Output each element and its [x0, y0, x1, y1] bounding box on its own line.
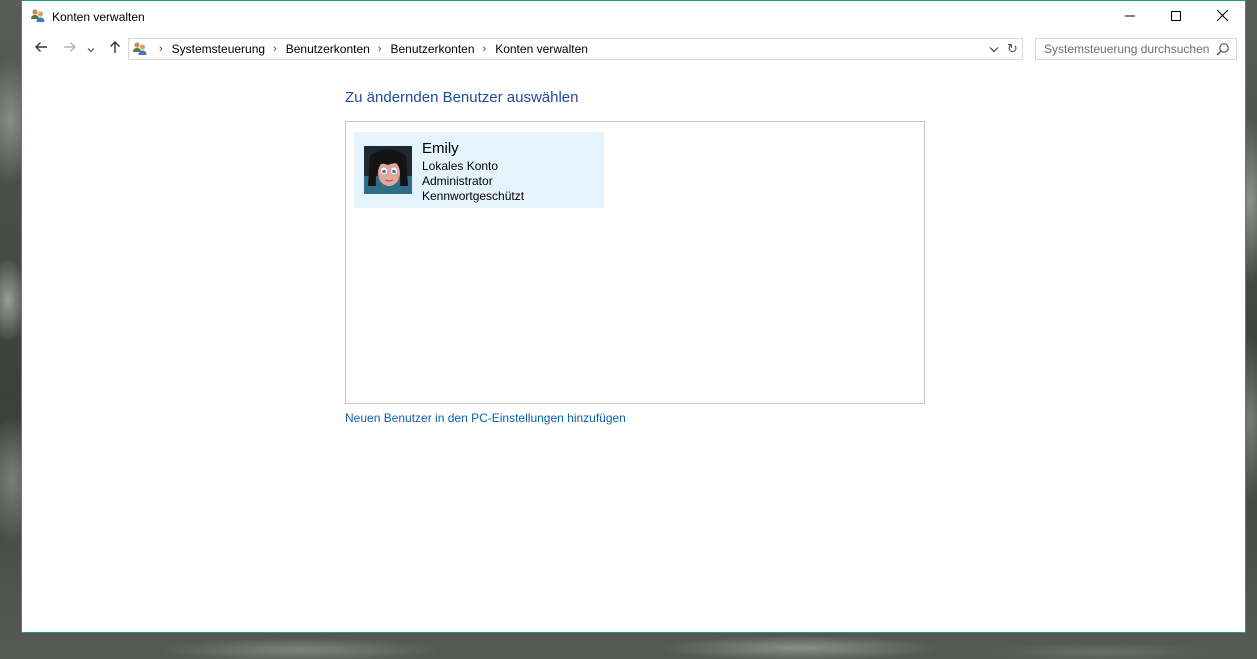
navigation-toolbar: › Systemsteuerung › Benutzerkonten › Ben… [22, 33, 1245, 65]
breadcrumb-item-benutzerkonten[interactable]: Benutzerkonten [286, 42, 370, 56]
window-title: Konten verwalten [52, 10, 145, 24]
minimize-button[interactable] [1107, 1, 1153, 32]
maximize-button[interactable] [1153, 1, 1199, 32]
recent-locations-button[interactable] [84, 39, 98, 59]
page-title: Zu ändernden Benutzer auswählen [345, 89, 579, 106]
user-accounts-icon [30, 8, 46, 24]
address-bar[interactable]: › Systemsteuerung › Benutzerkonten › Ben… [128, 38, 1023, 60]
chevron-right-icon[interactable]: › [273, 43, 277, 55]
refresh-button[interactable]: ↻ [1003, 38, 1023, 60]
user-account-type: Lokales Konto [422, 159, 499, 173]
minimize-icon [1125, 9, 1135, 24]
close-button[interactable] [1199, 1, 1245, 32]
add-user-link[interactable]: Neuen Benutzer in den PC-Einstellungen h… [345, 411, 626, 425]
breadcrumb-item-benutzerkonten-2[interactable]: Benutzerkonten [390, 42, 474, 56]
control-panel-window: Konten verwalten › Systemsteuerung › Ben… [21, 0, 1246, 633]
user-tile-emily[interactable]: Emily Lokales Konto Administrator Kennwo… [354, 132, 604, 208]
refresh-icon: ↻ [1007, 41, 1018, 56]
search-icon[interactable] [1216, 42, 1230, 56]
user-role: Administrator [422, 174, 493, 188]
maximize-icon [1171, 9, 1181, 24]
back-button[interactable] [30, 39, 52, 59]
arrow-left-icon [34, 40, 48, 58]
user-password-status: Kennwortgeschützt [422, 189, 525, 203]
user-list: Emily Lokales Konto Administrator Kennwo… [345, 121, 925, 404]
user-accounts-icon [132, 41, 148, 57]
arrow-up-icon [109, 40, 121, 59]
search-box[interactable] [1035, 38, 1237, 60]
breadcrumb-item-systemsteuerung[interactable]: Systemsteuerung [172, 42, 265, 56]
chevron-right-icon[interactable]: › [378, 43, 382, 55]
chevron-down-icon [87, 40, 95, 58]
chevron-right-icon[interactable]: › [159, 43, 163, 55]
avatar [364, 146, 412, 194]
address-history-button[interactable] [986, 39, 1002, 59]
user-name: Emily [422, 140, 459, 157]
search-input[interactable] [1036, 39, 1212, 59]
chevron-down-icon [989, 40, 999, 58]
chevron-right-icon[interactable]: › [483, 43, 487, 55]
title-bar[interactable]: Konten verwalten [22, 1, 1245, 33]
arrow-right-icon [63, 40, 77, 58]
breadcrumb-item-konten-verwalten[interactable]: Konten verwalten [495, 42, 588, 56]
close-icon [1216, 9, 1228, 24]
forward-button[interactable] [59, 39, 81, 59]
up-button[interactable] [104, 39, 126, 59]
breadcrumb: › Systemsteuerung › Benutzerkonten › Ben… [151, 39, 588, 59]
